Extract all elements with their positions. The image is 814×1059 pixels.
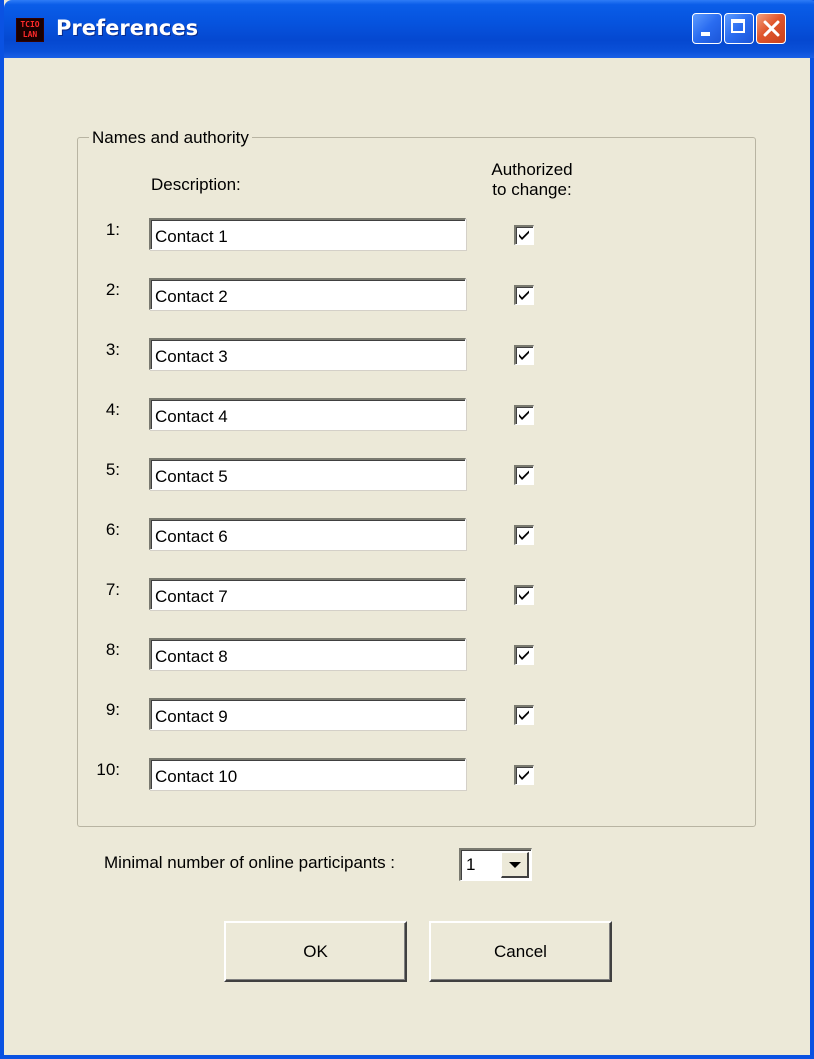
contact-description-field[interactable]: Contact 6 <box>149 518 466 550</box>
checkmark-icon <box>519 350 529 360</box>
row-number-label: 9: <box>105 700 120 719</box>
maximize-button[interactable] <box>724 13 754 44</box>
app-icon: TCIO LAN <box>16 18 44 42</box>
authorized-checkbox[interactable] <box>514 225 534 245</box>
row-number-label: 8: <box>105 640 120 659</box>
contact-description-field[interactable]: Contact 4 <box>149 398 466 430</box>
chevron-down-icon[interactable] <box>501 852 529 878</box>
authorized-header-line2: to change: <box>492 180 572 199</box>
checkmark-icon <box>519 710 529 720</box>
authorized-checkbox[interactable] <box>514 525 534 545</box>
authorized-checkbox[interactable] <box>514 285 534 305</box>
row-number-label: 4: <box>105 400 120 419</box>
row-number-label: 6: <box>105 520 120 539</box>
row-number-label: 3: <box>105 340 120 359</box>
contact-description-field[interactable]: Contact 3 <box>149 338 466 370</box>
checkmark-icon <box>519 410 529 420</box>
row-number-label: 7: <box>105 580 120 599</box>
groupbox-legend: Names and authority <box>89 128 252 148</box>
close-button[interactable] <box>756 13 786 44</box>
ok-button[interactable]: OK <box>224 921 407 982</box>
checkmark-icon <box>519 770 529 780</box>
app-icon-text-top: TCIO <box>20 20 40 29</box>
contact-description-field[interactable]: Contact 8 <box>149 638 466 670</box>
authorized-checkbox[interactable] <box>514 765 534 785</box>
checkmark-icon <box>519 590 529 600</box>
minimize-button[interactable] <box>692 13 722 44</box>
authorized-checkbox[interactable] <box>514 645 534 665</box>
authorized-checkbox[interactable] <box>514 705 534 725</box>
authorized-checkbox[interactable] <box>514 405 534 425</box>
checkmark-icon <box>519 290 529 300</box>
checkmark-icon <box>519 650 529 660</box>
row-number-label: 5: <box>105 460 120 479</box>
contact-description-field[interactable]: Contact 2 <box>149 278 466 310</box>
row-number-label: 1: <box>105 220 120 239</box>
checkmark-icon <box>519 230 529 240</box>
authorized-checkbox[interactable] <box>514 465 534 485</box>
authorized-checkbox[interactable] <box>514 345 534 365</box>
contact-description-field[interactable]: Contact 10 <box>149 758 466 790</box>
contact-description-field[interactable]: Contact 7 <box>149 578 466 610</box>
contact-description-field[interactable]: Contact 9 <box>149 698 466 730</box>
min-participants-select[interactable]: 1 <box>459 848 532 881</box>
window-title: Preferences <box>56 16 199 40</box>
contact-description-field[interactable]: Contact 1 <box>149 218 466 250</box>
app-icon-text-bottom: LAN <box>22 30 38 39</box>
min-participants-value: 1 <box>466 855 476 874</box>
authorized-header-line1: Authorized <box>491 160 573 179</box>
min-participants-label: Minimal number of online participants : <box>104 853 396 872</box>
authorized-checkbox[interactable] <box>514 585 534 605</box>
authorized-header: Authorized to change: <box>482 160 582 200</box>
cancel-button[interactable]: Cancel <box>429 921 612 982</box>
checkmark-icon <box>519 470 529 480</box>
row-number-label: 10: <box>96 760 120 779</box>
checkmark-icon <box>519 530 529 540</box>
contact-description-field[interactable]: Contact 5 <box>149 458 466 490</box>
title-bar[interactable]: TCIO LAN Preferences <box>4 0 814 58</box>
description-header: Description: <box>151 175 241 194</box>
row-number-label: 2: <box>105 280 120 299</box>
